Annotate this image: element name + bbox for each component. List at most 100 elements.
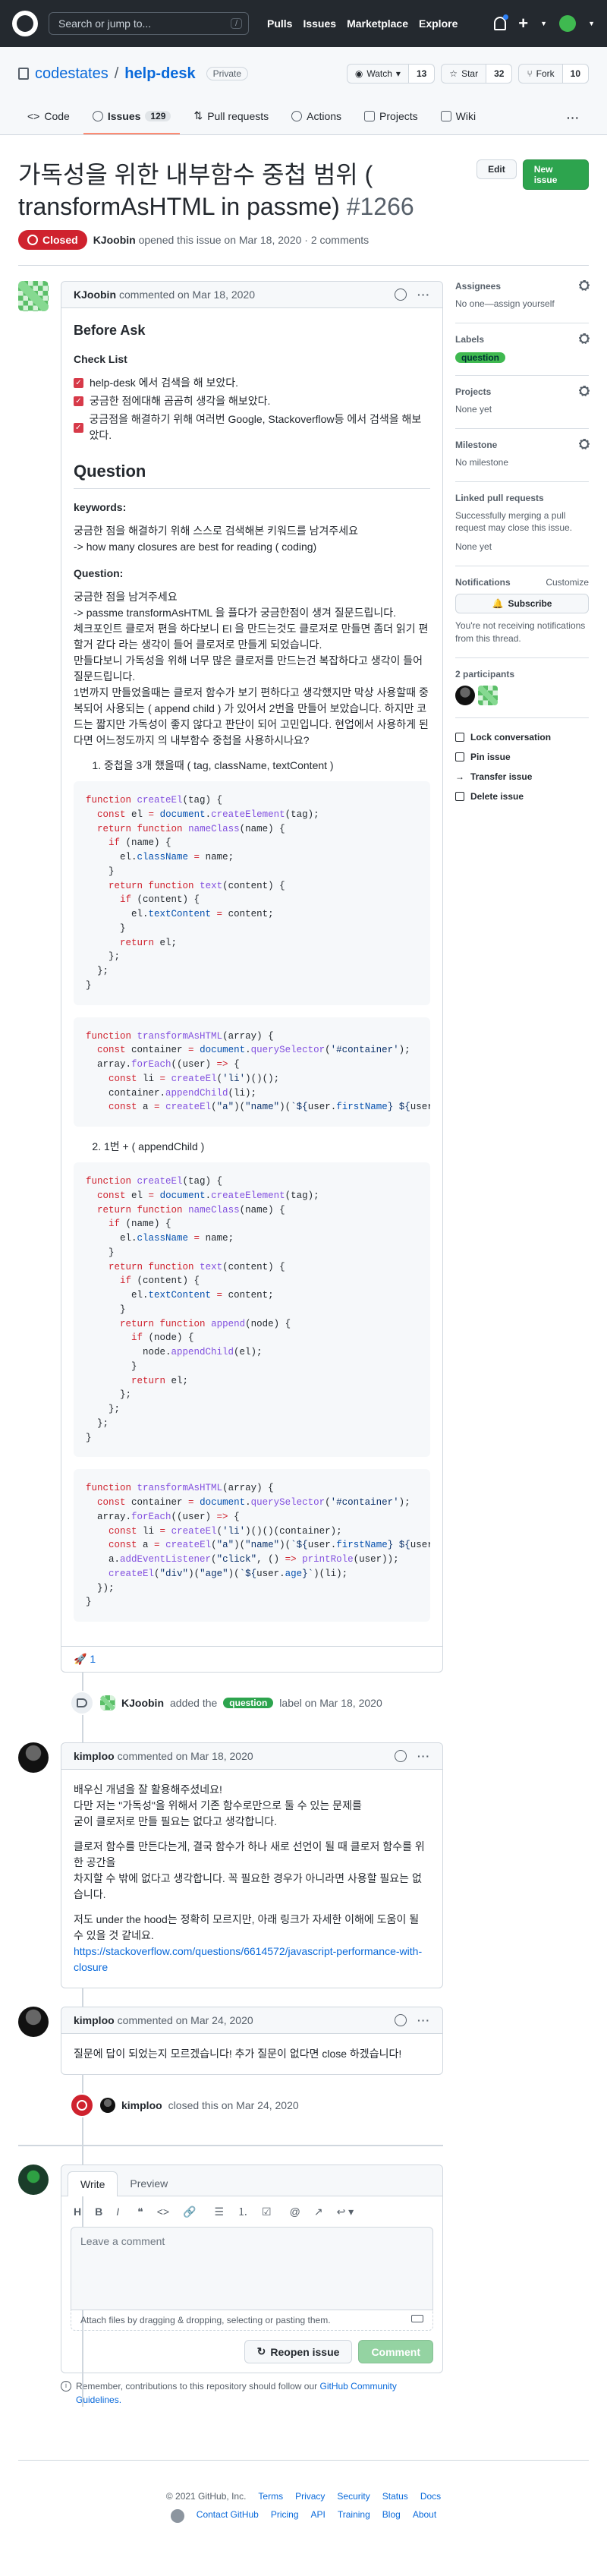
participant-avatar[interactable] — [478, 685, 498, 705]
footer-link-docs[interactable]: Docs — [420, 2491, 441, 2502]
github-logo-icon[interactable] — [170, 2509, 184, 2524]
fork-button[interactable]: ⑂ Fork 10 — [518, 64, 589, 84]
comment-paragraph: 저도 under the hood는 정확히 모르지만, 아래 링크가 자세한 … — [74, 1913, 420, 1942]
footer-link-security[interactable]: Security — [337, 2491, 370, 2502]
gear-icon[interactable] — [579, 438, 590, 449]
italic-icon[interactable]: I — [116, 2206, 119, 2218]
linked-prs-text: Successfully merging a pull request may … — [455, 509, 573, 534]
more-options-icon[interactable]: ··· — [417, 1750, 430, 1762]
comment-author[interactable]: KJoobin — [74, 288, 116, 301]
customize-link[interactable]: Customize — [546, 577, 589, 588]
gear-icon[interactable] — [579, 333, 590, 344]
avatar[interactable] — [18, 2007, 49, 2038]
watch-count[interactable]: 13 — [408, 65, 435, 83]
rocket-reaction[interactable]: 🚀 1 — [74, 1653, 96, 1666]
event-actor[interactable]: KJoobin — [121, 1697, 164, 1709]
tab-code[interactable]: <> Code — [18, 102, 79, 134]
comment-button[interactable]: Comment — [358, 2340, 433, 2364]
tab-projects[interactable]: Projects — [355, 102, 427, 134]
markdown-icon[interactable] — [411, 2315, 423, 2323]
comment: kimploo commented on Mar 18, 2020 ··· 배우… — [18, 1742, 443, 1989]
nav-pulls[interactable]: Pulls — [267, 17, 292, 30]
task-list-icon[interactable]: ☑ — [262, 2206, 272, 2218]
avatar[interactable] — [100, 1695, 115, 1711]
user-avatar[interactable] — [559, 15, 577, 32]
quote-icon[interactable]: ❝ — [137, 2206, 143, 2218]
tab-label: Issues — [107, 110, 141, 122]
tab-preview[interactable]: Preview — [118, 2171, 180, 2196]
nav-marketplace[interactable]: Marketplace — [347, 17, 408, 30]
new-issue-button[interactable]: New issue — [522, 159, 589, 190]
gear-icon[interactable] — [579, 280, 590, 292]
mention-icon[interactable]: @ — [290, 2206, 300, 2218]
subscribe-button[interactable]: 🔔 Subscribe — [455, 593, 589, 613]
footer-link-about[interactable]: About — [413, 2509, 436, 2523]
tab-issues[interactable]: Issues 129 — [83, 102, 181, 134]
repo-name-link[interactable]: help-desk — [124, 65, 195, 83]
more-menu-icon[interactable]: ··· — [558, 104, 589, 134]
fork-count[interactable]: 10 — [562, 65, 588, 83]
footer-link-blog[interactable]: Blog — [382, 2509, 401, 2523]
star-count[interactable]: 32 — [486, 65, 512, 83]
notification-bell-icon[interactable] — [494, 14, 509, 30]
reply-icon[interactable]: ↩ ▾ — [337, 2206, 354, 2218]
question-label-badge[interactable]: question — [223, 1698, 274, 1709]
footer-link-terms[interactable]: Terms — [258, 2491, 283, 2502]
tab-pull-requests[interactable]: ⇅ Pull requests — [184, 102, 278, 134]
tab-write[interactable]: Write — [68, 2171, 118, 2197]
transfer-issue-button[interactable]: → Transfer issue — [455, 767, 589, 787]
edit-button[interactable]: Edit — [476, 159, 517, 179]
code-icon[interactable]: <> — [157, 2206, 169, 2218]
delete-issue-button[interactable]: Delete issue — [455, 787, 589, 806]
watch-button[interactable]: ◉ Watch ▾ 13 — [346, 64, 436, 84]
event-actor[interactable]: kimploo — [121, 2099, 162, 2111]
avatar[interactable] — [18, 1742, 49, 1774]
avatar[interactable] — [18, 281, 49, 312]
milestone-title[interactable]: Milestone — [455, 440, 497, 450]
attach-files-area[interactable]: Attach files by dragging & dropping, sel… — [71, 2310, 433, 2332]
add-reaction-icon[interactable] — [395, 2014, 407, 2027]
lock-conversation-button[interactable]: Lock conversation — [455, 727, 589, 747]
tab-actions[interactable]: Actions — [282, 102, 351, 134]
question-label-badge[interactable]: question — [455, 352, 505, 363]
comment-author[interactable]: kimploo — [74, 2014, 115, 2026]
nav-explore[interactable]: Explore — [419, 17, 458, 30]
github-logo-icon[interactable] — [12, 11, 38, 36]
footer-link-status[interactable]: Status — [382, 2491, 408, 2502]
projects-title[interactable]: Projects — [455, 386, 491, 397]
cross-reference-icon[interactable]: ↗ — [314, 2206, 323, 2218]
tab-wiki[interactable]: Wiki — [432, 102, 485, 134]
bulleted-list-icon[interactable]: ☰ — [214, 2206, 224, 2218]
issue-author[interactable]: KJoobin — [93, 234, 136, 246]
numbered-list-icon[interactable]: ⒈ — [237, 2204, 248, 2219]
pin-issue-button[interactable]: Pin issue — [455, 747, 589, 767]
stackoverflow-link[interactable]: https://stackoverflow.com/questions/6614… — [74, 1945, 422, 1973]
avatar[interactable] — [100, 2098, 115, 2114]
footer-link-contact[interactable]: Contact GitHub — [197, 2509, 259, 2523]
more-options-icon[interactable]: ··· — [417, 2014, 430, 2026]
participant-avatar[interactable] — [455, 685, 475, 705]
labels-title[interactable]: Labels — [455, 334, 484, 345]
add-reaction-icon[interactable] — [395, 1750, 407, 1763]
comment-author[interactable]: kimploo — [74, 1750, 115, 1762]
assignees-value[interactable]: No one—assign yourself — [455, 298, 589, 311]
assignees-title[interactable]: Assignees — [455, 281, 501, 292]
nav-issues[interactable]: Issues — [303, 17, 336, 30]
add-reaction-icon[interactable] — [395, 288, 407, 301]
bold-icon[interactable]: B — [95, 2206, 102, 2218]
footer-link-api[interactable]: API — [311, 2509, 326, 2523]
create-new-icon[interactable]: + — [518, 14, 528, 33]
gear-icon[interactable] — [579, 385, 590, 396]
heading-icon[interactable]: H — [74, 2206, 81, 2218]
star-button[interactable]: ☆ Star 32 — [441, 64, 513, 84]
footer-link-pricing[interactable]: Pricing — [271, 2509, 299, 2523]
reopen-issue-button[interactable]: ↻ Reopen issue — [244, 2340, 353, 2364]
comment-textarea[interactable]: Leave a comment — [71, 2227, 433, 2311]
link-icon[interactable]: 🔗 — [183, 2206, 196, 2218]
search-input[interactable]: Search or jump to... / — [49, 12, 249, 35]
check-item-text: 궁금한 점에대해 곰곰히 생각을 해보았다. — [90, 395, 271, 408]
footer-link-training[interactable]: Training — [338, 2509, 370, 2523]
footer-link-privacy[interactable]: Privacy — [295, 2491, 325, 2502]
more-options-icon[interactable]: ··· — [417, 288, 430, 301]
repo-owner-link[interactable]: codestates — [35, 65, 109, 83]
